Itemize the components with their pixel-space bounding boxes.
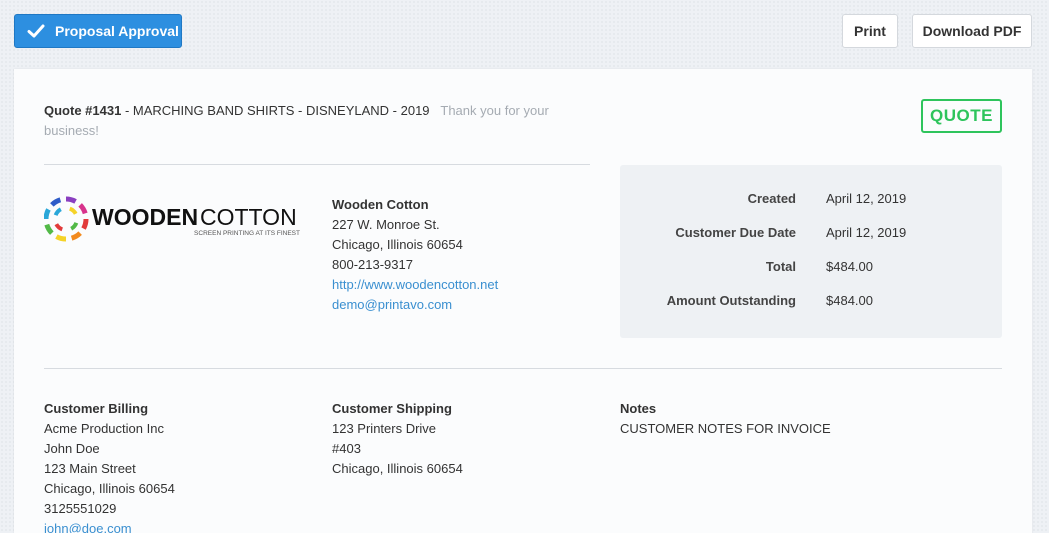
summary-value: $484.00	[826, 259, 873, 274]
summary-row-created: Created April 12, 2019	[620, 191, 1002, 211]
proposal-approval-button[interactable]: Proposal Approval	[14, 14, 182, 48]
shipping-unit: #403	[332, 441, 361, 456]
notes-block: Notes CUSTOMER NOTES FOR INVOICE	[620, 399, 831, 439]
quote-summary-panel: Created April 12, 2019 Customer Due Date…	[620, 165, 1002, 338]
company-street: 227 W. Monroe St.	[332, 217, 440, 232]
download-pdf-button[interactable]: Download PDF	[912, 14, 1032, 48]
print-button[interactable]: Print	[842, 14, 898, 48]
top-toolbar: Proposal Approval Print Download PDF	[0, 0, 1049, 60]
summary-value: April 12, 2019	[826, 191, 907, 206]
quote-job-title: - MARCHING BAND SHIRTS - DISNEYLAND - 20…	[121, 103, 430, 118]
quote-number: Quote #1431	[44, 103, 122, 118]
divider	[44, 368, 1002, 369]
invoice-card: Quote #1431 - MARCHING BAND SHIRTS - DIS…	[14, 69, 1032, 533]
company-phone: 800-213-9317	[332, 257, 413, 272]
summary-row-total: Total $484.00	[620, 259, 1002, 279]
svg-text:WOODEN: WOODEN	[92, 204, 198, 230]
company-city: Chicago, Illinois 60654	[332, 237, 463, 252]
summary-label: Created	[747, 191, 796, 206]
billing-heading: Customer Billing	[44, 401, 149, 416]
customer-billing-block: Customer Billing Acme Production Inc Joh…	[44, 399, 175, 533]
summary-row-outstanding: Amount Outstanding $484.00	[620, 293, 1002, 313]
shipping-heading: Customer Shipping	[332, 401, 452, 416]
company-website-link[interactable]: http://www.woodencotton.net	[332, 275, 498, 295]
wooden-cotton-logo: WOODEN COTTON SCREEN PRINTING AT ITS FIN…	[44, 196, 300, 242]
notes-heading: Notes	[620, 401, 657, 416]
divider	[44, 164, 590, 165]
billing-city: Chicago, Illinois 60654	[44, 481, 175, 496]
company-address: Wooden Cotton 227 W. Monroe St. Chicago,…	[332, 195, 498, 315]
proposal-approval-label: Proposal Approval	[55, 23, 179, 39]
company-email-link[interactable]: demo@printavo.com	[332, 295, 498, 315]
shipping-street: 123 Printers Drive	[332, 421, 437, 436]
billing-email-link[interactable]: john@doe.com	[44, 519, 175, 533]
checkmark-icon	[27, 24, 45, 38]
quote-status-badge: QUOTE	[921, 99, 1002, 133]
quote-title: Quote #1431 - MARCHING BAND SHIRTS - DIS…	[44, 101, 584, 141]
summary-label: Customer Due Date	[675, 225, 796, 240]
billing-street: 123 Main Street	[44, 461, 136, 476]
company-name: Wooden Cotton	[332, 197, 429, 212]
summary-value: $484.00	[826, 293, 873, 308]
svg-text:COTTON: COTTON	[200, 204, 297, 230]
billing-contact: John Doe	[44, 441, 100, 456]
shipping-city: Chicago, Illinois 60654	[332, 461, 463, 476]
svg-text:SCREEN PRINTING AT ITS FINEST: SCREEN PRINTING AT ITS FINEST	[194, 230, 300, 237]
summary-label: Amount Outstanding	[666, 293, 796, 308]
summary-label: Total	[765, 259, 796, 274]
summary-value: April 12, 2019	[826, 225, 907, 240]
billing-company: Acme Production Inc	[44, 421, 164, 436]
notes-text: CUSTOMER NOTES FOR INVOICE	[620, 421, 831, 436]
summary-row-due-date: Customer Due Date April 12, 2019	[620, 225, 1002, 245]
customer-shipping-block: Customer Shipping 123 Printers Drive #40…	[332, 399, 463, 479]
billing-phone: 3125551029	[44, 501, 117, 516]
